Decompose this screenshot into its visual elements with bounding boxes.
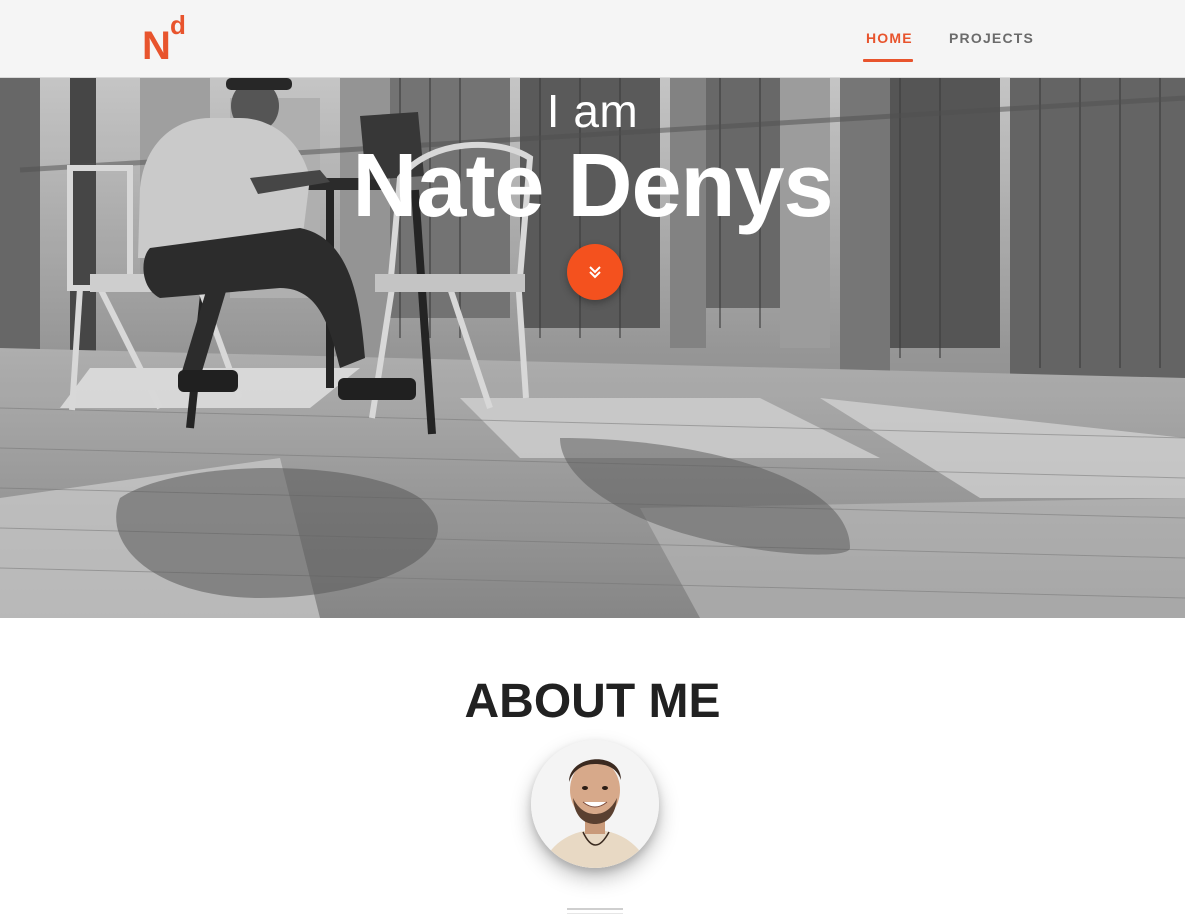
hero-section: I am Nate Denys xyxy=(0,78,1185,618)
profile-photo xyxy=(531,740,659,868)
hero-intro-text: I am xyxy=(546,85,639,137)
navbar: N d HOME PROJECTS xyxy=(0,0,1185,78)
site-logo[interactable]: N d xyxy=(142,10,196,68)
about-section-title: ABOUT ME xyxy=(464,675,721,728)
nav-active-indicator xyxy=(863,59,913,62)
logo-letter-d: d xyxy=(170,10,186,40)
logo-letter-n: N xyxy=(142,24,171,68)
nav-home-link[interactable]: HOME xyxy=(866,30,913,46)
section-divider xyxy=(567,908,623,910)
section-divider-secondary xyxy=(567,913,623,914)
avatar xyxy=(531,740,659,868)
scroll-down-button[interactable] xyxy=(567,244,623,300)
hero-name-heading: Nate Denys xyxy=(352,136,833,236)
nav-projects-link[interactable]: PROJECTS xyxy=(949,30,1034,46)
double-chevron-down-icon xyxy=(589,266,601,279)
